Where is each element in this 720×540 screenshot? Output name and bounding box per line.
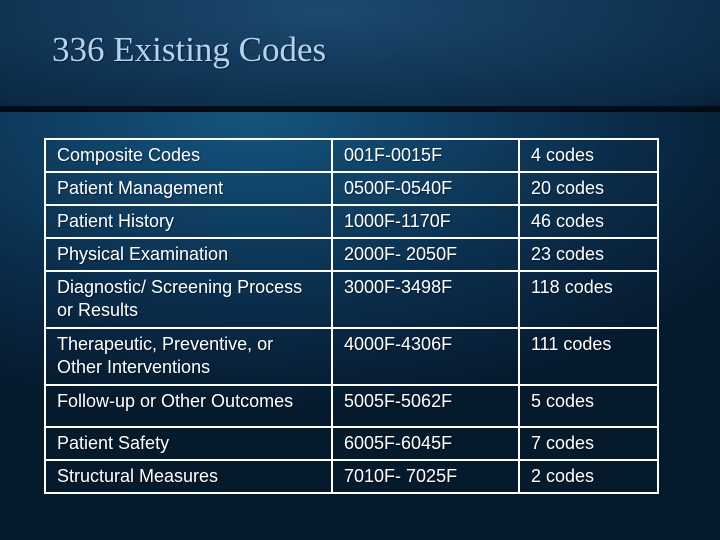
range-cell: 6005F-6045F xyxy=(331,426,520,461)
range-cell: 7010F- 7025F xyxy=(331,459,520,494)
category-cell: Patient Safety xyxy=(44,426,333,461)
count-cell: 111 codes xyxy=(518,327,659,386)
table-row: Follow-up or Other Outcomes 5005F-5062F … xyxy=(44,384,659,428)
table-row: Patient History 1000F-1170F 46 codes xyxy=(44,204,659,239)
category-cell: Diagnostic/ Screening Process or Results xyxy=(44,270,333,329)
count-cell: 20 codes xyxy=(518,171,659,206)
slide-title: 336 Existing Codes xyxy=(52,30,327,69)
codes-table: Composite Codes 001F-0015F 4 codes Patie… xyxy=(44,138,659,494)
range-cell: 2000F- 2050F xyxy=(331,237,520,272)
table-row: Patient Safety 6005F-6045F 7 codes xyxy=(44,426,659,461)
category-cell: Patient History xyxy=(44,204,333,239)
count-cell: 46 codes xyxy=(518,204,659,239)
count-cell: 2 codes xyxy=(518,459,659,494)
table-row: Structural Measures 7010F- 7025F 2 codes xyxy=(44,459,659,494)
category-cell: Structural Measures xyxy=(44,459,333,494)
count-cell: 118 codes xyxy=(518,270,659,329)
count-cell: 4 codes xyxy=(518,138,659,173)
category-cell: Patient Management xyxy=(44,171,333,206)
count-cell: 23 codes xyxy=(518,237,659,272)
table-row: Therapeutic, Preventive, or Other Interv… xyxy=(44,327,659,386)
count-cell: 5 codes xyxy=(518,384,659,428)
table-row: Patient Management 0500F-0540F 20 codes xyxy=(44,171,659,206)
category-cell: Follow-up or Other Outcomes xyxy=(44,384,333,428)
range-cell: 001F-0015F xyxy=(331,138,520,173)
category-cell: Therapeutic, Preventive, or Other Interv… xyxy=(44,327,333,386)
range-cell: 0500F-0540F xyxy=(331,171,520,206)
range-cell: 5005F-5062F xyxy=(331,384,520,428)
table-row: Physical Examination 2000F- 2050F 23 cod… xyxy=(44,237,659,272)
table-row: Composite Codes 001F-0015F 4 codes xyxy=(44,138,659,173)
category-cell: Composite Codes xyxy=(44,138,333,173)
category-cell: Physical Examination xyxy=(44,237,333,272)
count-cell: 7 codes xyxy=(518,426,659,461)
range-cell: 4000F-4306F xyxy=(331,327,520,386)
range-cell: 1000F-1170F xyxy=(331,204,520,239)
table-row: Diagnostic/ Screening Process or Results… xyxy=(44,270,659,329)
range-cell: 3000F-3498F xyxy=(331,270,520,329)
